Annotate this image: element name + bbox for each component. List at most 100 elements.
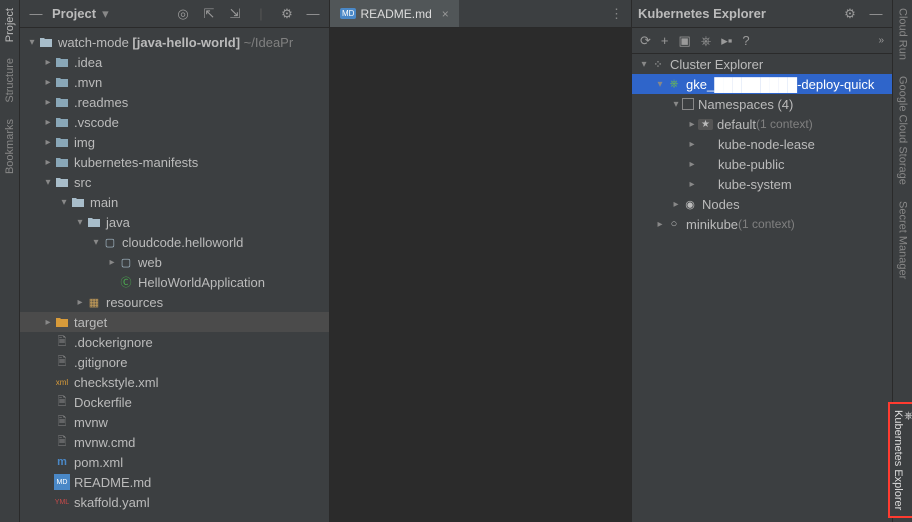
tree-item[interactable]: .mvn [20, 72, 329, 92]
add-icon[interactable]: + [661, 33, 669, 48]
nodes-icon: ◉ [682, 196, 698, 212]
tree-item[interactable]: src [20, 172, 329, 192]
tree-item-label: main [90, 195, 118, 210]
tree-item[interactable]: 🗎mvnw [20, 412, 329, 432]
k8s-tree-item[interactable]: Namespaces (4) [632, 94, 892, 114]
chevron-icon[interactable] [670, 199, 682, 210]
tree-item[interactable]: 🗎.gitignore [20, 352, 329, 372]
chevron-icon[interactable] [686, 159, 698, 170]
tab-readme[interactable]: MD README.md × [330, 0, 459, 27]
chevron-icon[interactable] [90, 237, 102, 248]
k8s-tree-item[interactable]: kube-node-lease [632, 134, 892, 154]
chevron-icon[interactable] [42, 177, 54, 188]
gear-icon[interactable]: ⚙ [277, 4, 297, 24]
help-icon[interactable]: ? [742, 33, 749, 48]
tree-item[interactable]: img [20, 132, 329, 152]
editor-body[interactable] [330, 28, 631, 522]
file-icon: 🗎 [54, 414, 70, 430]
chevron-icon[interactable] [42, 137, 54, 148]
chevron-icon[interactable] [686, 119, 698, 130]
chevron-icon[interactable] [42, 97, 54, 108]
expand-icon[interactable]: ⇱ [199, 4, 219, 24]
collapse-icon[interactable]: ⇲ [225, 4, 245, 24]
tree-item[interactable]: YMLskaffold.yaml [20, 492, 329, 512]
target-icon[interactable]: ◎ [173, 4, 193, 24]
left-strip-item[interactable]: Project [2, 0, 18, 50]
close-icon[interactable]: × [442, 7, 449, 21]
chevron-icon[interactable] [654, 219, 666, 230]
tree-item[interactable]: .idea [20, 52, 329, 72]
k8s-tree-item[interactable]: kube-public [632, 154, 892, 174]
left-strip-item[interactable]: Structure [2, 50, 18, 111]
tree-item-label: src [74, 175, 91, 190]
k8s-tree-item[interactable]: ★default (1 context) [632, 114, 892, 134]
chevron-icon[interactable] [58, 197, 70, 208]
tree-item[interactable]: 🗎Dockerfile [20, 392, 329, 412]
tree-item[interactable]: 🗎.dockerignore [20, 332, 329, 352]
chevron-icon[interactable] [42, 117, 54, 128]
divider: | [251, 4, 271, 24]
tree-item[interactable]: java [20, 212, 329, 232]
dropdown-icon[interactable]: ▾ [102, 6, 109, 22]
k8s-panel-title: Kubernetes Explorer [638, 6, 766, 21]
tree-item-label: gke_█████████-deploy-quick [686, 77, 874, 92]
refresh-icon[interactable]: ⟳ [640, 33, 651, 49]
tree-item[interactable]: watch-mode [java-hello-world] ~/IdeaPr [20, 32, 329, 52]
tree-item[interactable]: main [20, 192, 329, 212]
chevron-icon[interactable] [42, 317, 54, 328]
chevron-icon[interactable] [670, 99, 682, 110]
k8s-tree-item[interactable]: ○minikube (1 context) [632, 214, 892, 234]
project-panel-header: — Project ▾ ◎ ⇱ ⇲ | ⚙ — [20, 0, 329, 28]
chevron-icon[interactable] [686, 179, 698, 190]
chevron-icon[interactable] [654, 79, 666, 90]
folder-icon [54, 134, 70, 150]
chevron-icon[interactable] [26, 37, 38, 48]
right-strip-item[interactable]: Secret Manager [895, 193, 911, 287]
open-icon[interactable]: ▣ [679, 33, 691, 49]
tree-item[interactable]: ▦resources [20, 292, 329, 312]
chevron-icon[interactable] [638, 59, 650, 70]
minimize-icon[interactable]: — [866, 4, 886, 24]
expand-icon[interactable]: » [878, 35, 884, 46]
tree-item-label: mvnw.cmd [74, 435, 135, 450]
tree-item[interactable]: target [20, 312, 329, 332]
k8s-tree-item[interactable]: kube-system [632, 174, 892, 194]
tree-item[interactable]: ▢web [20, 252, 329, 272]
chevron-icon[interactable] [74, 217, 86, 228]
project-tree[interactable]: watch-mode [java-hello-world] ~/IdeaPr.i… [20, 28, 329, 522]
tab-label: README.md [360, 7, 431, 21]
chevron-icon[interactable] [42, 157, 54, 168]
k8s-tree-item[interactable]: ⎈gke_█████████-deploy-quick [632, 74, 892, 94]
tab-kubernetes-explorer[interactable]: ⎈ Kubernetes Explorer [888, 402, 912, 518]
kubernetes-icon[interactable]: ⎈ [701, 33, 711, 49]
tree-item-label: skaffold.yaml [74, 495, 150, 510]
tree-item[interactable]: xmlcheckstyle.xml [20, 372, 329, 392]
tree-item[interactable]: 🗎mvnw.cmd [20, 432, 329, 452]
chevron-icon[interactable] [42, 57, 54, 68]
run-icon[interactable]: ▸▪ [721, 33, 732, 49]
kubernetes-panel: Kubernetes Explorer ⚙ — ⟳ + ▣ ⎈ ▸▪ ? » ⁘… [632, 0, 892, 522]
chevron-icon[interactable] [686, 139, 698, 150]
k8s-tree-item[interactable]: ⁘Cluster Explorer [632, 54, 892, 74]
tree-item[interactable]: .vscode [20, 112, 329, 132]
chevron-icon[interactable] [74, 297, 86, 308]
tree-item[interactable]: MDREADME.md [20, 472, 329, 492]
right-strip-item[interactable]: Google Cloud Storage [895, 68, 911, 193]
tree-item[interactable]: kubernetes-manifests [20, 152, 329, 172]
tree-item[interactable]: mpom.xml [20, 452, 329, 472]
tree-item[interactable]: .readmes [20, 92, 329, 112]
hide-panel-icon[interactable]: — [26, 4, 46, 24]
tree-item[interactable]: ⒸHelloWorldApplication [20, 272, 329, 292]
k8s-tree[interactable]: ⁘Cluster Explorer⎈gke_█████████-deploy-q… [632, 54, 892, 522]
chevron-icon[interactable] [106, 257, 118, 268]
k8s-tree-item[interactable]: ◉Nodes [632, 194, 892, 214]
more-icon[interactable]: ⋮ [602, 6, 631, 22]
left-strip-item[interactable]: Bookmarks [2, 111, 18, 182]
folder-icon [54, 154, 70, 170]
chevron-icon[interactable] [42, 77, 54, 88]
checkbox-icon[interactable] [682, 98, 694, 110]
tree-item[interactable]: ▢cloudcode.helloworld [20, 232, 329, 252]
minimize-icon[interactable]: — [303, 4, 323, 24]
gear-icon[interactable]: ⚙ [840, 4, 860, 24]
right-strip-item[interactable]: Cloud Run [895, 0, 911, 68]
